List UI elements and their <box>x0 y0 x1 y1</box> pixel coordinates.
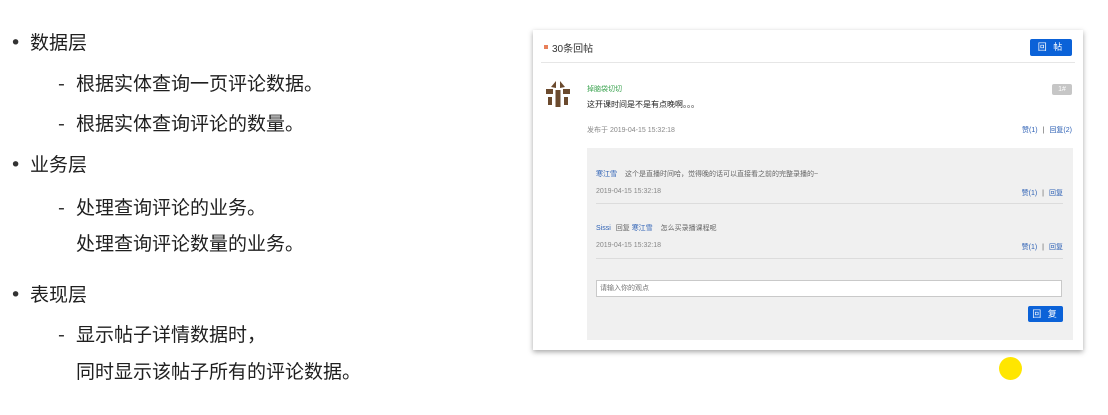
reply-count: 30条回帖 <box>552 44 594 55</box>
reply-input[interactable] <box>596 280 1062 297</box>
reply-button-link[interactable]: 回复 <box>1049 244 1063 251</box>
dash: - <box>58 197 65 219</box>
submit-reply-button[interactable]: 回 复 <box>1028 306 1063 322</box>
reply-item: 寒江雪 这个是直播时间哈，觉得晚的话可以直接看之前的完整录播的~ <box>596 169 818 179</box>
reply-target-user[interactable]: 寒江雪 <box>632 225 653 232</box>
divider <box>596 258 1063 259</box>
bullet: • <box>10 154 22 176</box>
like-button[interactable]: 赞(1) <box>1022 190 1038 197</box>
bullet: • <box>10 284 22 306</box>
post-content: 这开课时间是不是有点晚啊。。。 <box>587 100 699 109</box>
reply-button-link[interactable]: 回复 <box>1049 190 1063 197</box>
reply-timestamp: 2019-04-15 15:32:18 <box>596 242 661 249</box>
outline-point: 处理查询评论的业务。 <box>76 197 267 219</box>
floor-badge: 1# <box>1052 84 1072 95</box>
reply-text: 怎么买录播课程呢 <box>660 225 717 232</box>
comment-panel: 30条回帖 回 帖 掉脑袋切切 这开课时间是不是有点晚啊。。。 1# 发布于 2… <box>533 30 1083 350</box>
outline: • 数据层 - 根据实体查询一页评论数据。 - 根据实体查询评论的数量。 • 业… <box>0 0 500 415</box>
outline-point: 根据实体查询一页评论数据。 <box>76 73 324 95</box>
outline-heading-view-layer: 表现层 <box>30 284 88 306</box>
separator: | <box>1042 244 1044 251</box>
reply-toggle-button[interactable]: 回复(2) <box>1049 127 1072 134</box>
dash: - <box>58 324 65 346</box>
outline-point: 根据实体查询评论的数量。 <box>76 113 305 135</box>
reply-user[interactable]: Sissi <box>596 225 611 232</box>
post-author[interactable]: 掉脑袋切切 <box>587 84 622 94</box>
laser-pointer-dot <box>999 357 1022 380</box>
post-actions: 赞(1) | 回复(2) <box>1022 125 1072 135</box>
reply-box: 寒江雪 这个是直播时间哈，觉得晚的话可以直接看之前的完整录播的~ 2019-04… <box>587 148 1073 340</box>
like-button[interactable]: 赞(1) <box>1022 127 1038 134</box>
reply-timestamp: 2019-04-15 15:32:18 <box>596 188 661 195</box>
bullet: • <box>10 32 22 54</box>
dash: - <box>58 113 65 135</box>
dash: - <box>58 73 65 95</box>
reply-text: 这个是直播时间哈，觉得晚的话可以直接看之前的完整录播的~ <box>624 171 819 178</box>
reply-actions: 赞(1) | 回复 <box>1022 188 1063 198</box>
outline-heading-data-layer: 数据层 <box>30 32 88 54</box>
section-marker <box>544 45 548 49</box>
reply-word: 回复 <box>615 225 630 232</box>
separator: | <box>1042 190 1044 197</box>
post-timestamp: 发布于 2019-04-15 15:32:18 <box>587 127 675 134</box>
divider <box>541 62 1075 63</box>
like-button[interactable]: 赞(1) <box>1022 244 1038 251</box>
post-reply-button[interactable]: 回 帖 <box>1030 39 1072 56</box>
outline-heading-service-layer: 业务层 <box>30 154 88 176</box>
reply-user[interactable]: 寒江雪 <box>596 171 617 178</box>
reply-actions: 赞(1) | 回复 <box>1022 242 1063 252</box>
outline-point: 处理查询评论数量的业务。 <box>76 233 305 255</box>
divider <box>596 203 1063 204</box>
reply-item: Sissi 回复 寒江雪 怎么买录播课程呢 <box>596 223 717 233</box>
outline-point: 同时显示该帖子所有的评论数据。 <box>76 361 362 383</box>
outline-point: 显示帖子详情数据时， <box>76 324 267 346</box>
separator: | <box>1042 127 1045 134</box>
avatar <box>546 81 570 107</box>
